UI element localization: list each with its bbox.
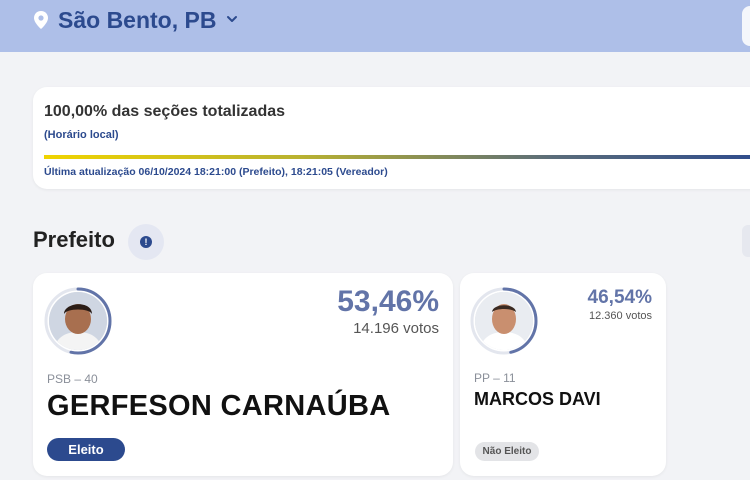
- vote-percentage: 46,54%: [587, 287, 652, 308]
- totalization-progress-bar: [44, 155, 750, 159]
- status-badge: Não Eleito: [475, 442, 539, 461]
- candidate-card[interactable]: 53,46% 14.196 votos PSB – 40 GERFESON CA…: [33, 273, 453, 476]
- candidate-photo: [49, 292, 107, 350]
- totalization-card: 100,00% das seções totalizadas (Horário …: [33, 87, 750, 189]
- section-title: Prefeito: [33, 227, 115, 252]
- totalization-progress-fill: [44, 155, 750, 159]
- top-bar: São Bento, PB: [0, 0, 750, 52]
- candidate-name: GERFESON CARNAÚBA: [47, 390, 391, 422]
- info-icon: !: [140, 236, 152, 248]
- vote-count: 12.360 votos: [589, 310, 652, 322]
- party-number: PP – 11: [474, 371, 516, 385]
- header-action-button[interactable]: [742, 6, 750, 46]
- candidate-card[interactable]: 46,54% 12.360 votos PP – 11 MARCOS DAVI …: [460, 273, 666, 476]
- local-time-note: (Horário local): [44, 129, 119, 141]
- candidate-photo: [475, 292, 533, 350]
- candidate-name: MARCOS DAVI: [474, 389, 601, 409]
- avatar: [470, 287, 538, 355]
- avatar: [44, 287, 112, 355]
- location-title[interactable]: São Bento, PB: [58, 6, 216, 34]
- vote-count: 14.196 votos: [353, 320, 439, 337]
- vote-percentage: 53,46%: [337, 285, 439, 318]
- totalization-title: 100,00% das seções totalizadas: [44, 103, 286, 120]
- chevron-down-icon[interactable]: [226, 13, 238, 25]
- side-scroll-button[interactable]: [742, 225, 750, 257]
- last-update-text: Última atualização 06/10/2024 18:21:00 (…: [44, 166, 388, 178]
- info-button[interactable]: !: [128, 224, 164, 260]
- map-pin-icon: [34, 11, 48, 29]
- status-badge: Eleito: [47, 438, 125, 461]
- party-number: PSB – 40: [47, 372, 98, 386]
